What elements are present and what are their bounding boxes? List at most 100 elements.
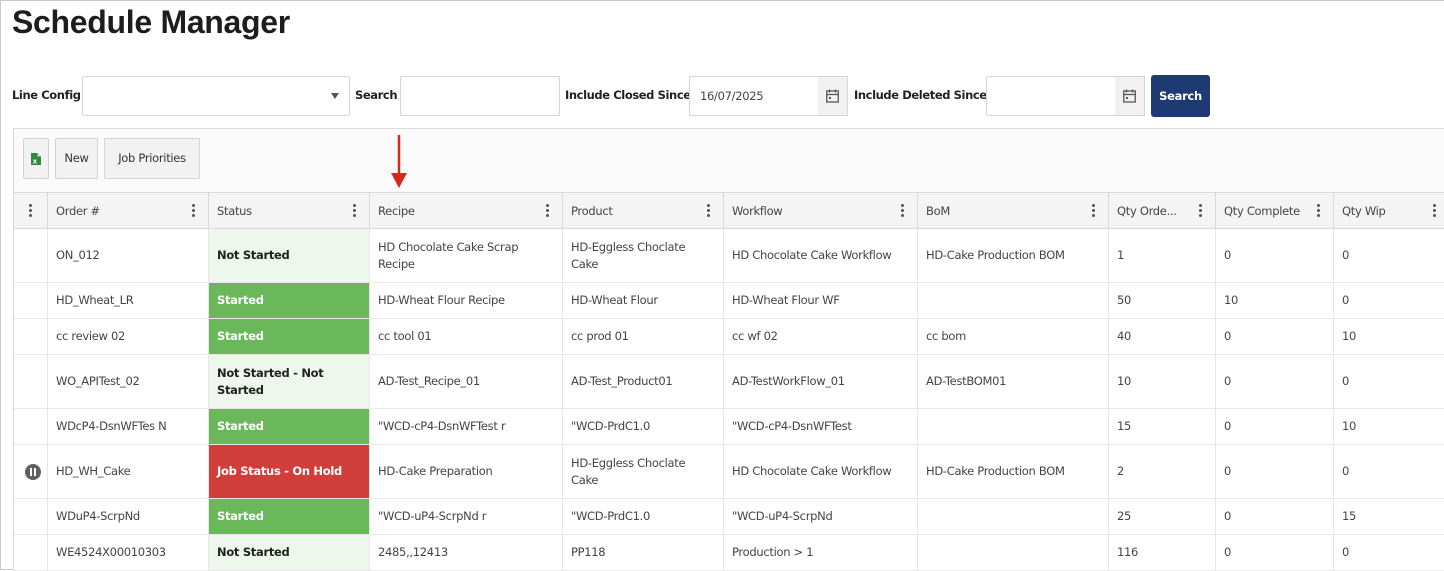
kebab-menu-icon[interactable] [1092,204,1096,218]
line-config-select[interactable] [82,76,350,116]
grid-toolbar: x New Job Priorities [14,129,1444,192]
row-icon-cell [14,283,48,318]
kebab-menu-icon[interactable] [707,204,711,218]
kebab-menu-icon[interactable] [1433,204,1437,218]
cell-qty-ordered: 1 [1109,229,1216,282]
row-icon-cell [14,409,48,444]
closed-since-date-input[interactable]: 16/07/2025 [689,76,819,116]
column-header-qty-ordered[interactable]: Qty Orde... [1109,193,1216,229]
column-header-qty-complete[interactable]: Qty Complete [1216,193,1334,229]
cell-workflow: HD-Wheat Flour WF [724,283,918,318]
cell-order: HD_Wheat_LR [48,283,209,318]
table-row[interactable]: WE4524X00010303 Not Started 2485,,12413 PP1… [14,535,1444,571]
cell-recipe: HD Chocolate Cake Scrap Recipe [370,229,563,282]
new-button[interactable]: New [55,138,98,179]
line-config-label: Line Config [12,88,81,102]
cell-recipe: HD-Cake Preparation [370,445,563,498]
cell-order: WE4524X00010303 [48,535,209,570]
search-button[interactable]: Search [1151,75,1210,117]
cell-qty-wip: 0 [1334,445,1444,498]
cell-order: WDuP4-ScrpNd [48,499,209,534]
closed-since-label: Include Closed Since [565,88,691,102]
column-header-bom[interactable]: BoM [918,193,1109,229]
cell-bom [918,283,1109,318]
cell-product: PP118 [563,535,724,570]
kebab-menu-icon[interactable] [192,204,196,218]
cell-qty-complete: 0 [1216,535,1334,570]
kebab-menu-icon [29,204,33,218]
job-priorities-button[interactable]: Job Priorities [104,138,200,179]
cell-order: HD_WH_Cake [48,445,209,498]
cell-product: HD-Wheat Flour [563,283,724,318]
cell-workflow: HD Chocolate Cake Workflow [724,445,918,498]
table-row[interactable]: WO_APITest_02 Not Started - Not Started AD… [14,355,1444,409]
cell-status: Not Started [209,535,370,570]
row-icon-cell [14,535,48,570]
search-label: Search [355,88,398,102]
kebab-menu-icon[interactable] [1317,204,1321,218]
table-row[interactable]: HD_Wheat_LR Started HD-Wheat Flour Recipe H… [14,283,1444,319]
cell-qty-wip: 0 [1334,355,1444,408]
row-icon-cell [14,319,48,354]
cell-product: "WCD-PrdC1.0 [563,409,724,444]
kebab-menu-icon[interactable] [546,204,550,218]
deleted-since-date-input[interactable] [986,76,1116,116]
calendar-icon[interactable] [818,76,848,116]
cell-qty-wip: 0 [1334,229,1444,282]
column-header-product[interactable]: Product [563,193,724,229]
row-actions-header[interactable] [14,193,48,229]
cell-status: Started [209,409,370,444]
cell-recipe: cc tool 01 [370,319,563,354]
filter-bar: Line Config Search Include Closed Since … [0,75,1444,118]
cell-qty-wip: 10 [1334,319,1444,354]
cell-recipe: HD-Wheat Flour Recipe [370,283,563,318]
cell-qty-complete: 0 [1216,355,1334,408]
table-row[interactable]: WDcP4-DsnWFTes N Started "WCD-cP4-DsnWFTes… [14,409,1444,445]
column-header-qty-wip[interactable]: Qty Wip [1334,193,1444,229]
pause-icon[interactable] [25,463,41,480]
cell-bom: HD-Cake Production BOM [918,229,1109,282]
cell-status: Started [209,319,370,354]
excel-export-button[interactable]: x [23,138,49,179]
column-header-workflow[interactable]: Workflow [724,193,918,229]
cell-recipe: AD-Test_Recipe_01 [370,355,563,408]
table-row[interactable]: ON_012 Not Started HD Chocolate Cake Scrap… [14,229,1444,283]
cell-product: HD-Eggless Choclate Cake [563,445,724,498]
cell-order: WO_APITest_02 [48,355,209,408]
cell-workflow: cc wf 02 [724,319,918,354]
cell-workflow: HD Chocolate Cake Workflow [724,229,918,282]
cell-qty-wip: 0 [1334,535,1444,570]
cell-qty-complete: 0 [1216,319,1334,354]
calendar-icon[interactable] [1115,76,1145,116]
table-row[interactable]: HD_WH_Cake Job Status - On Hold HD-Cake Pr… [14,445,1444,499]
row-icon-cell [14,355,48,408]
column-header-recipe[interactable]: Recipe [370,193,563,229]
search-input[interactable] [400,76,560,116]
row-icon-cell [14,229,48,282]
kebab-menu-icon[interactable] [1199,204,1203,218]
closed-since-value: 16/07/2025 [700,89,764,103]
cell-order: ON_012 [48,229,209,282]
cell-recipe: "WCD-uP4-ScrpNd r [370,499,563,534]
cell-status: Started [209,283,370,318]
row-icon-cell [14,499,48,534]
table-row[interactable]: WDuP4-ScrpNd Started "WCD-uP4-ScrpNd r "WCD… [14,499,1444,535]
cell-status: Not Started [209,229,370,282]
column-header-status[interactable]: Status [209,193,370,229]
cell-workflow: "WCD-cP4-DsnWFTest [724,409,918,444]
row-icon-cell [14,445,48,498]
kebab-menu-icon[interactable] [901,204,905,218]
chevron-down-icon [331,93,339,99]
cell-product: cc prod 01 [563,319,724,354]
cell-qty-wip: 15 [1334,499,1444,534]
grid-header-row: Order # Status Recipe Product Workflow B… [14,192,1444,229]
table-row[interactable]: cc review 02 Started cc tool 01 cc prod 01 c… [14,319,1444,355]
cell-bom: HD-Cake Production BOM [918,445,1109,498]
cell-qty-ordered: 50 [1109,283,1216,318]
cell-status: Not Started - Not Started [209,355,370,408]
page-title: Schedule Manager [12,4,290,40]
cell-product: "WCD-PrdC1.0 [563,499,724,534]
cell-qty-ordered: 15 [1109,409,1216,444]
kebab-menu-icon[interactable] [353,204,357,218]
column-header-order[interactable]: Order # [48,193,209,229]
